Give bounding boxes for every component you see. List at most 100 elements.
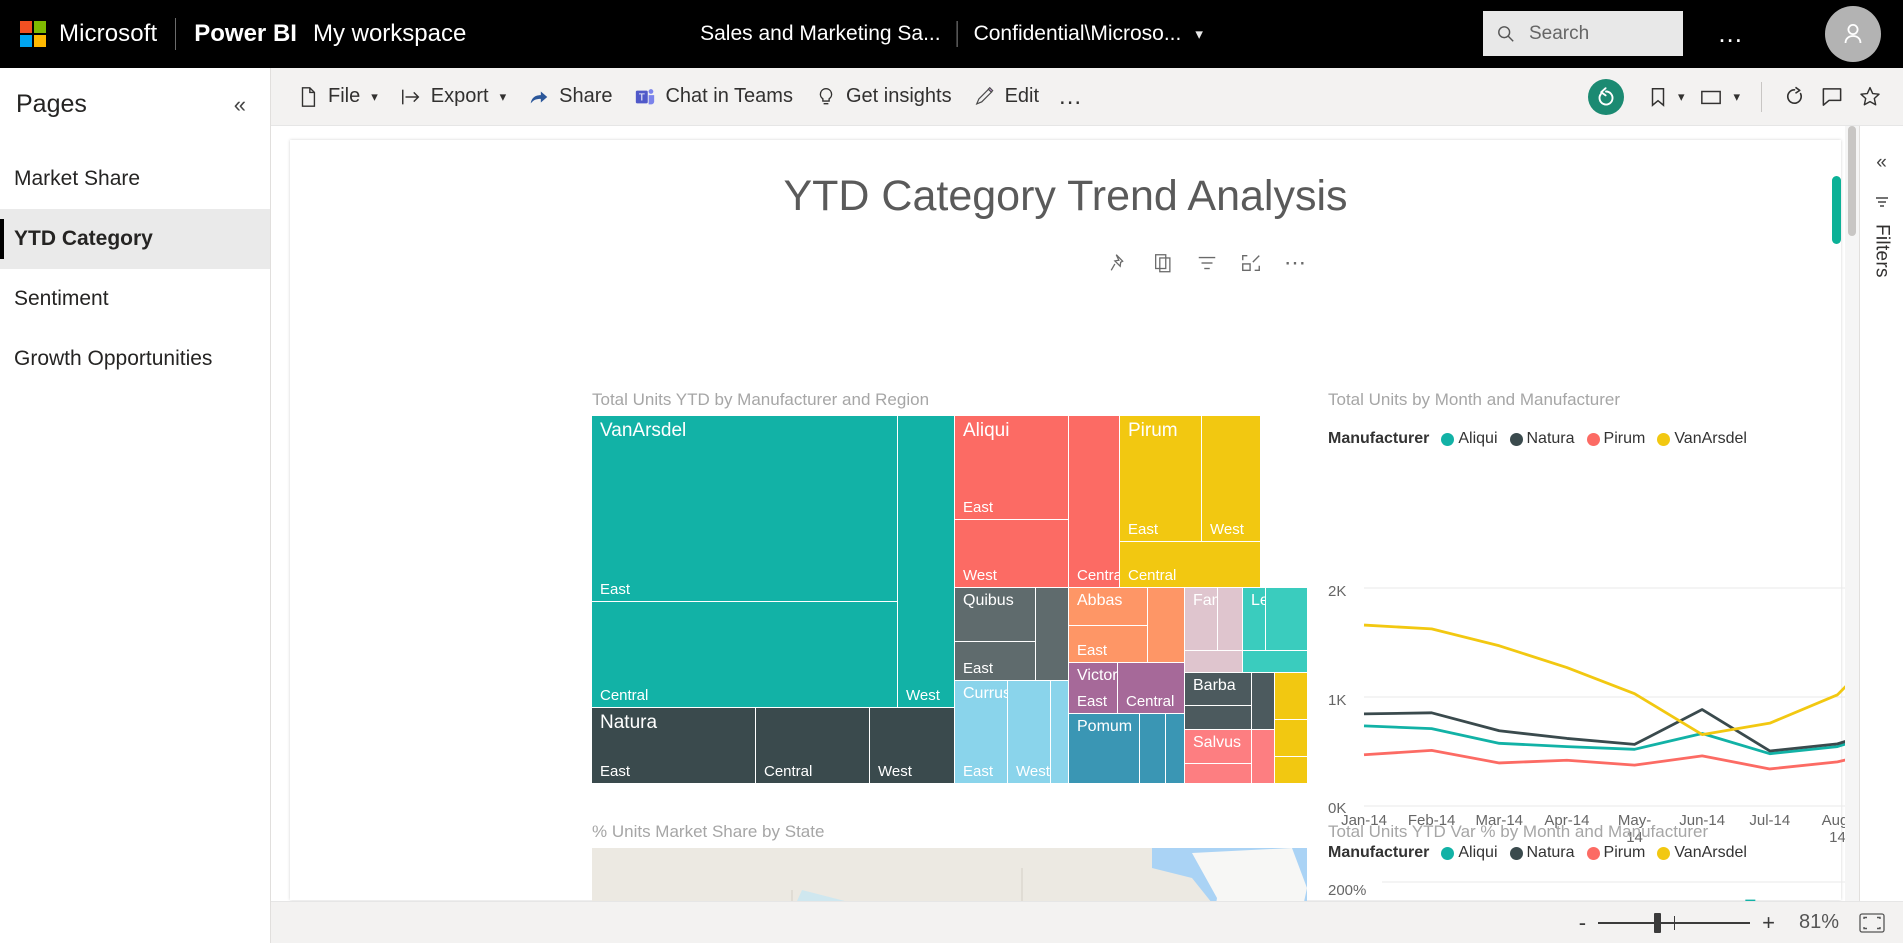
copy-icon[interactable] <box>1152 252 1174 274</box>
chevron-double-left-icon[interactable]: « <box>1876 152 1887 174</box>
treemap-cell[interactable]: Aliqui East <box>955 416 1068 519</box>
legend-swatch <box>1586 432 1600 446</box>
treemap-cell[interactable]: Leo <box>1243 588 1265 650</box>
legend-item-vanarsdel[interactable]: VanArsdel <box>1657 844 1747 862</box>
legend-title: Manufacturer <box>1328 430 1430 447</box>
comment-button[interactable] <box>1813 85 1851 108</box>
treemap-cell[interactable]: VanArsdel East <box>592 416 897 601</box>
line-chart-legend: Manufacturer Aliqui Natura Pirum VanArsd… <box>1328 430 1759 448</box>
zoom-in-button[interactable]: + <box>1754 910 1783 936</box>
treemap-visual[interactable]: VanArsdel East Central West Natura East … <box>592 416 1307 783</box>
scrollbar-thumb[interactable] <box>1848 126 1856 236</box>
legend-item-pirum[interactable]: Pirum <box>1586 430 1645 448</box>
report-name[interactable]: Sales and Marketing Sa... <box>700 22 940 46</box>
sidebar-item-ytd-category[interactable]: YTD Category <box>0 209 270 269</box>
filters-pane[interactable]: « Filters <box>1859 126 1903 901</box>
sidebar-item-label: Sentiment <box>14 287 109 310</box>
filter-icon[interactable] <box>1196 252 1218 274</box>
treemap-title: Total Units YTD by Manufacturer and Regi… <box>592 390 930 409</box>
share-button[interactable]: Share <box>520 77 620 117</box>
treemap-cell[interactable]: Pomum <box>1069 714 1139 783</box>
treemap-cell[interactable]: East <box>1069 626 1147 662</box>
chevron-double-left-icon[interactable]: « <box>234 92 246 118</box>
treemap-cell[interactable]: Pirum East <box>1120 416 1201 541</box>
export-button[interactable]: Export ▾ <box>392 77 514 117</box>
file-button[interactable]: File ▾ <box>289 77 386 117</box>
focus-mode-icon[interactable] <box>1240 252 1262 274</box>
treemap-cell[interactable]: Central <box>756 708 869 783</box>
sensitivity-label[interactable]: Confidential\Microso... <box>974 22 1182 46</box>
treemap-cell[interactable]: Barba <box>1185 673 1251 705</box>
treemap-cell[interactable]: Natura East <box>592 708 755 783</box>
avatar[interactable] <box>1825 6 1881 62</box>
edit-button[interactable]: Edit <box>966 77 1047 117</box>
chevron-down-icon[interactable]: ▾ <box>1678 89 1685 105</box>
legend-swatch <box>1509 432 1523 446</box>
legend-item-vanarsdel[interactable]: VanArsdel <box>1657 430 1747 448</box>
microsoft-brand[interactable]: Microsoft <box>20 20 157 48</box>
legend-item-natura[interactable]: Natura <box>1509 844 1575 862</box>
map-visual[interactable]: NORTH AMERICA <box>592 848 1307 901</box>
legend-label: Natura <box>1526 844 1575 861</box>
view-button[interactable]: ▾ <box>1691 86 1747 108</box>
get-insights-button[interactable]: Get insights <box>807 77 960 117</box>
line-series-natura <box>1363 708 1903 753</box>
treemap-cell[interactable]: Central <box>592 602 897 707</box>
legend-swatch <box>1509 846 1523 860</box>
search-input[interactable]: Search <box>1483 11 1683 56</box>
chevron-down-icon[interactable]: ▾ <box>1195 25 1203 43</box>
treemap-cell[interactable]: Central <box>1120 542 1260 587</box>
more-options-icon[interactable]: ⋯ <box>1284 252 1307 274</box>
zoom-out-button[interactable]: - <box>1571 910 1594 936</box>
bar-chart-visual[interactable]: Manufacturer Aliqui Natura Pirum VanArsd… <box>1328 822 1903 901</box>
treemap-cell[interactable]: West <box>870 708 954 783</box>
sidebar-item-market-share[interactable]: Market Share <box>0 149 270 209</box>
treemap-cell[interactable]: Central <box>1118 663 1184 713</box>
treemap-cell[interactable]: West <box>1202 416 1260 541</box>
legend-item-pirum[interactable]: Pirum <box>1586 844 1645 862</box>
chevron-down-icon[interactable]: ▾ <box>1733 89 1740 105</box>
fit-to-page-icon[interactable] <box>1859 912 1885 933</box>
treemap-cell[interactable]: Fama <box>1185 588 1217 650</box>
workspace-label[interactable]: My workspace <box>313 20 466 48</box>
report-page-scrollbar[interactable] <box>1832 164 1841 894</box>
favorite-button[interactable] <box>1851 85 1889 108</box>
scrollbar-thumb[interactable] <box>1832 176 1841 244</box>
reset-button[interactable] <box>1587 78 1624 115</box>
powerbi-label[interactable]: Power BI <box>194 20 297 48</box>
toolbar-more-options-icon[interactable]: ... <box>1059 84 1082 108</box>
treemap-cell[interactable]: Abbas <box>1069 588 1147 625</box>
treemap-cell[interactable]: West <box>955 520 1068 587</box>
chat-in-teams-button[interactable]: T Chat in Teams <box>626 77 800 117</box>
treemap-cell[interactable]: Victoria East <box>1069 663 1117 713</box>
status-bar: - + 81% <box>271 901 1903 943</box>
filter-icon[interactable] <box>1874 194 1890 210</box>
treemap-cell[interactable]: Central <box>1069 416 1119 587</box>
zoom-slider[interactable] <box>1598 912 1751 933</box>
treemap-region: Central <box>764 763 813 780</box>
treemap-cell[interactable]: West <box>898 416 954 707</box>
chevron-down-icon[interactable]: ▾ <box>371 89 378 105</box>
treemap-cell[interactable]: Salvus <box>1185 730 1251 763</box>
legend-item-natura[interactable]: Natura <box>1509 430 1575 448</box>
more-options-icon[interactable]: ... <box>1718 20 1743 46</box>
canvas-scrollbar[interactable] <box>1845 126 1859 901</box>
zoom-slider-thumb[interactable] <box>1654 912 1662 933</box>
treemap-cell[interactable]: East <box>955 642 1035 680</box>
bookmark-button[interactable]: ▾ <box>1640 86 1692 108</box>
legend-swatch <box>1441 846 1455 860</box>
pin-icon[interactable] <box>1108 252 1130 274</box>
treemap-cell[interactable]: Currus East <box>955 681 1007 783</box>
legend-item-aliqui[interactable]: Aliqui <box>1441 844 1498 862</box>
sidebar-item-growth-opportunities[interactable]: Growth Opportunities <box>0 329 270 389</box>
legend-item-aliqui[interactable]: Aliqui <box>1441 430 1498 448</box>
line-chart-visual[interactable]: Manufacturer Aliqui Natura Pirum VanArsd… <box>1328 408 1903 846</box>
brand-divider <box>175 18 177 50</box>
treemap-manufacturer: Fama <box>1193 592 1217 609</box>
chevron-down-icon[interactable]: ▾ <box>500 89 507 105</box>
sidebar-item-sentiment[interactable]: Sentiment <box>0 269 270 329</box>
refresh-icon <box>1786 86 1802 104</box>
treemap-cell[interactable]: Quibus <box>955 588 1035 641</box>
treemap-cell[interactable]: West <box>1008 681 1050 783</box>
refresh-button[interactable] <box>1776 85 1813 108</box>
